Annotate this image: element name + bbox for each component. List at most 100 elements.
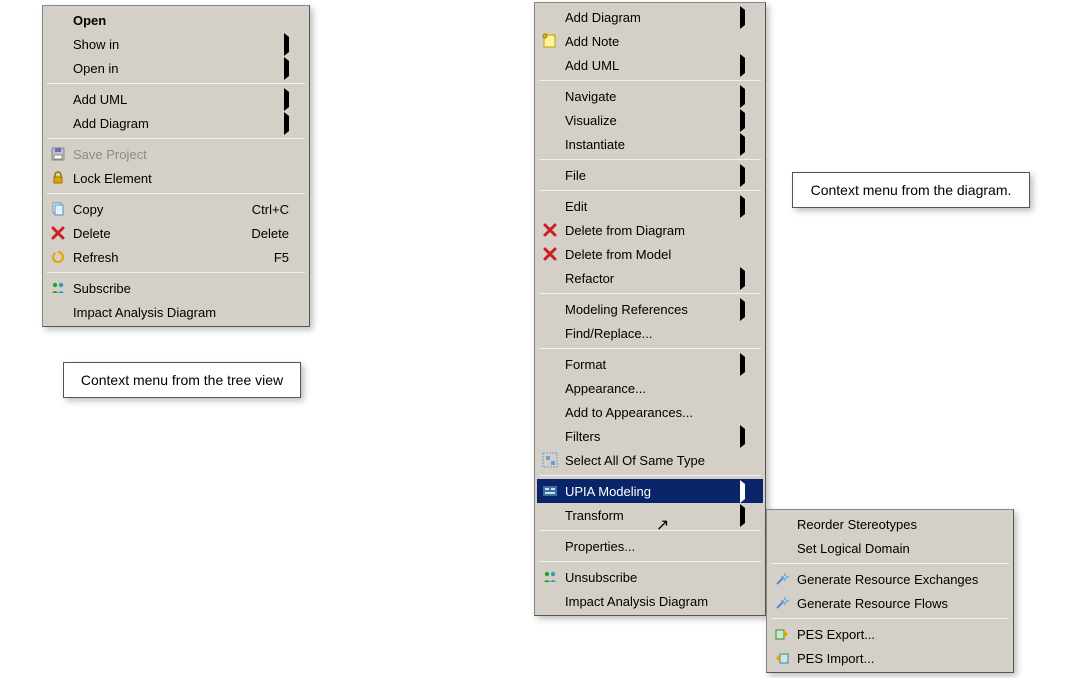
- blank-icon: [539, 55, 561, 75]
- menu-item-label: Generate Resource Flows: [797, 596, 993, 611]
- menu-item-properties[interactable]: Properties...: [537, 534, 763, 558]
- menu-item-impact-analysis[interactable]: Impact Analysis Diagram: [45, 300, 307, 324]
- menu-item-label: Find/Replace...: [565, 326, 745, 341]
- menu-item-label: Impact Analysis Diagram: [565, 594, 745, 609]
- menu-item-add-uml[interactable]: Add UML: [537, 53, 763, 77]
- menu-item-add-uml[interactable]: Add UML: [45, 87, 307, 111]
- menu-item-refactor[interactable]: Refactor: [537, 266, 763, 290]
- menu-item-label: Generate Resource Exchanges: [797, 572, 993, 587]
- menu-item-refresh[interactable]: RefreshF5: [45, 245, 307, 269]
- menu-item-label: Save Project: [73, 147, 289, 162]
- menu-separator: [47, 272, 305, 273]
- blank-icon: [539, 505, 561, 525]
- blank-icon: [539, 354, 561, 374]
- menu-item-delete[interactable]: Delete Delete: [45, 221, 307, 245]
- menu-item-accel: Delete: [251, 226, 289, 241]
- submenu-arrow-icon: [735, 10, 745, 25]
- menu-item-add-note[interactable]: Add Note: [537, 29, 763, 53]
- blank-icon: [771, 514, 793, 534]
- menu-item-unsubscribe[interactable]: Unsubscribe: [537, 565, 763, 589]
- menu-item-label: Add UML: [73, 92, 273, 107]
- menu-item-pes-export[interactable]: PES Export...: [769, 622, 1011, 646]
- menu-item-transform[interactable]: Transform: [537, 503, 763, 527]
- menu-item-edit[interactable]: Edit: [537, 194, 763, 218]
- menu-item-add-diagram[interactable]: Add Diagram: [537, 5, 763, 29]
- menu-item-label: File: [565, 168, 729, 183]
- submenu-arrow-icon: [735, 271, 745, 286]
- submenu-arrow-icon: [279, 61, 289, 76]
- menu-item-open-in[interactable]: Open in: [45, 56, 307, 80]
- menu-item-reorder-stereotypes[interactable]: Reorder Stereotypes: [769, 512, 1011, 536]
- menu-item-select-all-same-type[interactable]: Select All Of Same Type: [537, 448, 763, 472]
- menu-item-file[interactable]: File: [537, 163, 763, 187]
- note-icon: [539, 31, 561, 51]
- menu-item-instantiate[interactable]: Instantiate: [537, 132, 763, 156]
- menu-item-open[interactable]: Open: [45, 8, 307, 32]
- menu-item-lock-element[interactable]: Lock Element: [45, 166, 307, 190]
- submenu-arrow-icon: [735, 113, 745, 128]
- menu-item-label: Visualize: [565, 113, 729, 128]
- menu-item-label: Delete from Diagram: [565, 223, 745, 238]
- people-icon: [47, 278, 69, 298]
- menu-item-generate-resource-exchanges[interactable]: Generate Resource Exchanges: [769, 567, 1011, 591]
- menu-item-filters[interactable]: Filters: [537, 424, 763, 448]
- menu-item-label: Delete: [73, 226, 227, 241]
- menu-separator: [539, 475, 761, 476]
- blank-icon: [539, 268, 561, 288]
- menu-item-label: Navigate: [565, 89, 729, 104]
- blank-icon: [539, 134, 561, 154]
- submenu-arrow-icon: [735, 137, 745, 152]
- blank-icon: [47, 34, 69, 54]
- blank-icon: [539, 536, 561, 556]
- menu-separator: [47, 138, 305, 139]
- menu-item-label: Select All Of Same Type: [565, 453, 745, 468]
- menu-item-set-logical-domain[interactable]: Set Logical Domain: [769, 536, 1011, 560]
- refresh-icon: [47, 247, 69, 267]
- menu-item-navigate[interactable]: Navigate: [537, 84, 763, 108]
- menu-separator: [539, 190, 761, 191]
- menu-item-modeling-references[interactable]: Modeling References: [537, 297, 763, 321]
- blank-icon: [539, 7, 561, 27]
- menu-item-label: Lock Element: [73, 171, 289, 186]
- submenu-arrow-icon: [735, 484, 745, 499]
- tree-context-menu: Open Show in Open in Add UML Add Diagram Save…: [42, 5, 310, 327]
- menu-item-add-diagram[interactable]: Add Diagram: [45, 111, 307, 135]
- submenu-arrow-icon: [735, 58, 745, 73]
- lock-icon: [47, 168, 69, 188]
- menu-item-visualize[interactable]: Visualize: [537, 108, 763, 132]
- menu-item-subscribe[interactable]: Subscribe: [45, 276, 307, 300]
- menu-item-label: Open: [73, 13, 289, 28]
- menu-item-label: Modeling References: [565, 302, 729, 317]
- menu-item-pes-import[interactable]: PES Import...: [769, 646, 1011, 670]
- diagram-context-menu: Add DiagramAdd Note Add UML Navigate Visual…: [534, 2, 766, 616]
- upia-submenu: Reorder StereotypesSet Logical Domain Gen…: [766, 509, 1014, 673]
- menu-item-find-replace[interactable]: Find/Replace...: [537, 321, 763, 345]
- menu-item-generate-resource-flows[interactable]: Generate Resource Flows: [769, 591, 1011, 615]
- wand-icon: [771, 593, 793, 613]
- menu-item-delete-from-model[interactable]: Delete from Model: [537, 242, 763, 266]
- menu-item-appearance[interactable]: Appearance...: [537, 376, 763, 400]
- menu-item-save-project: Save Project: [45, 142, 307, 166]
- submenu-arrow-icon: [735, 168, 745, 183]
- menu-item-show-in[interactable]: Show in: [45, 32, 307, 56]
- menu-item-format[interactable]: Format: [537, 352, 763, 376]
- blank-icon: [539, 378, 561, 398]
- menu-item-label: PES Import...: [797, 651, 993, 666]
- submenu-arrow-icon: [279, 92, 289, 107]
- menu-item-label: Transform: [565, 508, 729, 523]
- blank-icon: [539, 165, 561, 185]
- menu-item-impact-analysis[interactable]: Impact Analysis Diagram: [537, 589, 763, 613]
- menu-item-copy[interactable]: CopyCtrl+C: [45, 197, 307, 221]
- menu-item-delete-from-diagram[interactable]: Delete from Diagram: [537, 218, 763, 242]
- menu-item-upia-modeling[interactable]: UPIA Modeling: [537, 479, 763, 503]
- menu-item-label: Open in: [73, 61, 273, 76]
- menu-separator: [539, 159, 761, 160]
- menu-item-label: Filters: [565, 429, 729, 444]
- menu-item-add-to-appearances[interactable]: Add to Appearances...: [537, 400, 763, 424]
- menu-item-accel: Ctrl+C: [252, 202, 289, 217]
- tree-menu-caption: Context menu from the tree view: [63, 362, 301, 398]
- submenu-arrow-icon: [735, 429, 745, 444]
- pes-import-icon: [771, 648, 793, 668]
- menu-item-label: Unsubscribe: [565, 570, 745, 585]
- menu-item-label: Add UML: [565, 58, 729, 73]
